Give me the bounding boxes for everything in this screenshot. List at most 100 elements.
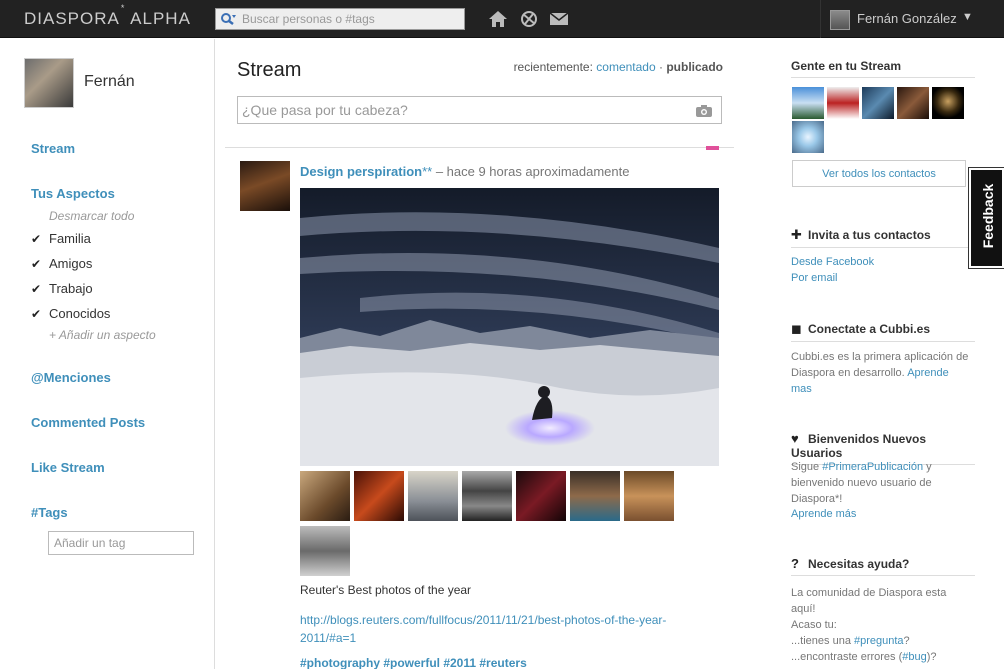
help-text-part: ...encontraste errores ( — [791, 651, 903, 663]
nav-mentions[interactable]: @Menciones — [31, 370, 111, 385]
photo-thumbnail[interactable] — [354, 471, 404, 521]
post-timestamp[interactable]: – hace 9 horas aproximadamente — [432, 164, 630, 179]
question-tag-link[interactable]: #pregunta — [854, 635, 904, 647]
help-line: ...encontraste errores (#bug)? — [791, 649, 971, 665]
user-name: Fernán González — [857, 11, 957, 26]
add-aspect-link[interactable]: + Añadir un aspecto — [49, 328, 156, 342]
photo-thumbnail[interactable] — [408, 471, 458, 521]
aspect-item-trabajo[interactable]: ✔ Trabajo — [31, 281, 93, 296]
aspect-item-conocidos[interactable]: ✔ Conocidos — [31, 306, 110, 321]
contact-avatar[interactable] — [792, 87, 824, 119]
post-url-link[interactable]: http://blogs.reuters.com/fullfocus/2011/… — [300, 611, 700, 647]
mail-icon[interactable] — [549, 10, 569, 28]
contact-avatar[interactable] — [862, 87, 894, 119]
sort-selector: recientemente: comentado · publicado — [493, 60, 723, 74]
see-all-contacts-button[interactable]: Ver todos los contactos — [792, 160, 966, 187]
nav-like-stream[interactable]: Like Stream — [31, 460, 105, 475]
notifications-icon[interactable] — [519, 10, 539, 28]
help-line: Acaso tu: — [791, 619, 837, 631]
plus-icon: ✚ — [791, 227, 802, 242]
nav-commented-posts[interactable]: Commented Posts — [31, 415, 145, 430]
check-icon: ✔ — [31, 282, 42, 296]
user-menu[interactable]: Fernán González ▼ — [820, 0, 1004, 38]
aspect-indicator — [706, 146, 719, 150]
photo-thumbnail[interactable] — [516, 471, 566, 521]
photo-thumbnail[interactable] — [300, 526, 350, 576]
post-author-avatar[interactable] — [240, 161, 290, 211]
publisher-input[interactable]: ¿Que pasa por tu cabeza? — [237, 96, 722, 124]
post-tags[interactable]: #photography #powerful #2011 #reuters — [300, 656, 527, 669]
people-in-stream-heading: Gente en tu Stream — [791, 59, 975, 78]
logo-asterisk: * — [120, 3, 126, 14]
right-sidebar: Gente en tu Stream Ver todos los contact… — [784, 39, 1004, 669]
photo-thumbnail[interactable] — [300, 471, 350, 521]
invite-email-link[interactable]: Por email — [791, 272, 837, 284]
divider — [225, 147, 734, 148]
chevron-down-icon: ▼ — [962, 11, 973, 23]
invite-heading: ✚ Invita a tus contactos — [791, 227, 975, 248]
author-stars: ** — [422, 164, 433, 179]
invite-title: Invita a tus contactos — [808, 228, 931, 242]
nav-stream[interactable]: Stream — [31, 141, 75, 156]
first-post-tag-link[interactable]: #PrimeraPublicación — [822, 461, 923, 473]
profile-name[interactable]: Fernán — [84, 73, 135, 91]
top-bar: DIASPORA* ALPHA Fernán González ▼ — [0, 0, 1004, 38]
photo-thumbnail[interactable] — [570, 471, 620, 521]
feedback-label: Feedback — [980, 183, 996, 249]
logo[interactable]: DIASPORA* ALPHA — [24, 3, 191, 29]
help-title: Necesitas ayuda? — [808, 557, 910, 571]
logo-suffix: ALPHA — [125, 9, 191, 28]
aspect-item-amigos[interactable]: ✔ Amigos — [31, 256, 92, 271]
profile-avatar[interactable] — [24, 58, 74, 108]
feedback-tab[interactable]: Feedback — [968, 167, 1004, 269]
user-avatar — [830, 10, 850, 30]
sort-commented-link[interactable]: comentado — [596, 60, 655, 74]
welcome-text-part: Sigue — [791, 461, 823, 473]
add-tag-input[interactable] — [48, 531, 194, 555]
nav-tags[interactable]: #Tags — [31, 505, 68, 520]
sort-separator: · — [655, 60, 667, 74]
photo-thumbnail[interactable] — [624, 471, 674, 521]
home-icon[interactable] — [488, 10, 508, 28]
contact-avatar[interactable] — [792, 121, 824, 153]
aspect-label: Familia — [49, 231, 91, 246]
welcome-title: Bienvenidos Nuevos Usuarios — [791, 432, 927, 460]
photo-art — [300, 188, 719, 466]
sort-label: recientemente: — [513, 60, 597, 74]
deselect-all-link[interactable]: Desmarcar todo — [49, 209, 134, 223]
publisher-placeholder: ¿Que pasa por tu cabeza? — [242, 102, 408, 118]
cube-icon: ◼ — [791, 321, 802, 336]
heart-icon: ♥ — [791, 431, 799, 446]
post-main-photo[interactable] — [300, 188, 719, 466]
aspect-label: Trabajo — [49, 281, 93, 296]
aspect-item-familia[interactable]: ✔ Familia — [31, 231, 91, 246]
stream-column: Stream recientemente: comentado · public… — [215, 39, 784, 669]
bug-tag-link[interactable]: #bug — [902, 651, 926, 663]
photo-thumbnail[interactable] — [462, 471, 512, 521]
camera-icon[interactable] — [695, 104, 713, 118]
contact-avatar[interactable] — [897, 87, 929, 119]
welcome-learn-more-link[interactable]: Aprende más — [791, 508, 856, 520]
search-box[interactable] — [215, 8, 465, 30]
sort-published-link[interactable]: publicado — [666, 60, 723, 74]
help-text: La comunidad de Diaspora esta aquí! Acas… — [791, 585, 971, 665]
check-icon: ✔ — [31, 307, 42, 321]
left-sidebar: Fernán Stream Tus Aspectos Desmarcar tod… — [0, 39, 215, 669]
logo-text: DIASPORA — [24, 9, 120, 28]
contact-avatar[interactable] — [932, 87, 964, 119]
post-header: Design perspiration** – hace 9 horas apr… — [300, 164, 630, 179]
help-text-part: ...tienes una — [791, 635, 854, 647]
search-input[interactable] — [242, 10, 460, 28]
post-author-link[interactable]: Design perspiration — [300, 164, 422, 179]
page-title: Stream — [237, 59, 302, 81]
post-caption: Reuter's Best photos of the year — [300, 583, 472, 597]
cubbi-text: Cubbi.es es la primera aplicación de Dia… — [791, 349, 971, 397]
invite-facebook-link[interactable]: Desde Facebook — [791, 256, 874, 268]
help-line: ...tienes una #pregunta? — [791, 633, 971, 649]
nav-aspects[interactable]: Tus Aspectos — [31, 186, 115, 201]
cubbi-heading: ◼ Conectate a Cubbi.es — [791, 321, 975, 342]
contact-avatar[interactable] — [827, 87, 859, 119]
aspect-label: Conocidos — [49, 306, 111, 321]
welcome-text: Sigue #PrimeraPublicación y bienvenido n… — [791, 459, 971, 507]
question-icon: ? — [791, 556, 799, 571]
